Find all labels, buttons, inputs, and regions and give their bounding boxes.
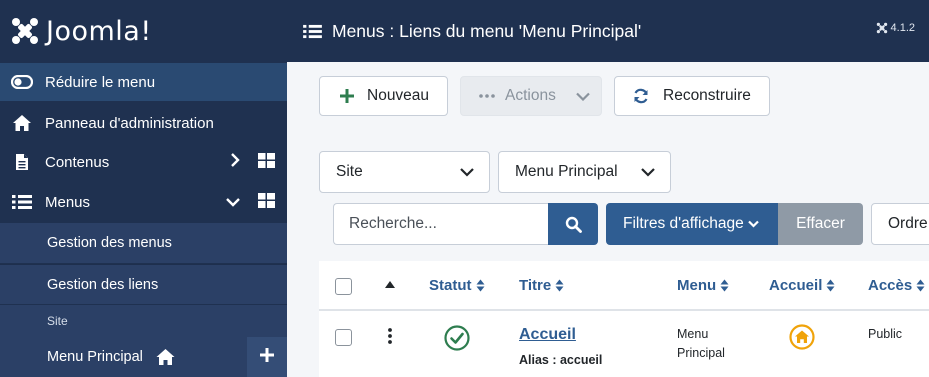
new-button-label: Nouveau	[367, 87, 430, 104]
list-icon	[303, 24, 322, 39]
home-icon	[155, 348, 176, 366]
clear-label: Effacer	[796, 215, 845, 232]
menu-select[interactable]: Menu Principal	[498, 151, 671, 193]
column-header-label: Menu	[677, 277, 717, 294]
column-header-status[interactable]: Statut	[429, 277, 485, 294]
sidebar-item-menus[interactable]: Menus	[0, 183, 287, 221]
column-header-label: Accès	[868, 277, 913, 294]
search-icon	[565, 216, 582, 233]
sidebar-subitem-label: Menu Principal	[47, 349, 143, 365]
page-title: Menus : Liens du menu 'Menu Principal'	[332, 20, 642, 41]
row-checkbox[interactable]	[335, 329, 352, 346]
plus-icon	[340, 89, 354, 103]
sidebar-item-dashboard[interactable]: Panneau d'administration	[0, 104, 287, 142]
collapse-menu-label: Réduire le menu	[45, 73, 156, 91]
actions-dropdown[interactable]: Actions	[460, 76, 602, 116]
page-header: Menus : Liens du menu 'Menu Principal' 4…	[287, 0, 929, 62]
ellipsis-icon	[479, 94, 495, 98]
item-menu-line1: Menu	[677, 327, 709, 341]
caret-down-icon	[747, 220, 759, 228]
toggle-icon	[11, 71, 33, 93]
sidebar-subitem-label: Gestion des liens	[47, 276, 159, 293]
brand-name: Joomla!	[46, 15, 152, 47]
select-all-checkbox[interactable]	[335, 278, 352, 295]
sidebar-subitem-label: Gestion des menus	[47, 235, 172, 251]
collapse-menu-button[interactable]: Réduire le menu	[0, 63, 287, 101]
joomla-logo[interactable]: Joomla!	[0, 0, 287, 62]
chevron-down-icon	[576, 92, 590, 101]
version-text: 4.1.2	[890, 22, 915, 34]
order-select[interactable]: Ordre	[871, 203, 929, 245]
sidebar: Joomla! Réduire le menu Panneau d'admini…	[0, 0, 287, 377]
section-heading-label: Site	[47, 314, 68, 328]
column-header-title[interactable]: Titre	[519, 277, 564, 294]
file-icon	[11, 151, 33, 173]
search-input[interactable]	[333, 203, 549, 245]
column-header-label: Titre	[519, 277, 552, 294]
clear-button[interactable]: Effacer	[778, 203, 863, 245]
search-button[interactable]	[548, 203, 598, 245]
sort-icon	[916, 279, 925, 292]
column-header-access[interactable]: Accès	[868, 277, 925, 294]
plus-icon	[260, 347, 274, 367]
chevron-down-icon[interactable]	[226, 194, 240, 211]
sidebar-item-label: Contenus	[45, 153, 110, 171]
home-icon	[11, 112, 33, 134]
filter-options-label: Filtres d'affichage	[623, 215, 744, 232]
sidebar-section-heading: Site	[0, 305, 287, 337]
sidebar-item-content[interactable]: Contenus	[0, 143, 287, 181]
sort-icon	[476, 279, 484, 292]
column-header-menu[interactable]: Menu	[677, 277, 729, 294]
rebuild-button[interactable]: Reconstruire	[614, 76, 770, 116]
dashboard-grid-icon[interactable]	[258, 152, 275, 172]
filter-options-button[interactable]: Filtres d'affichage	[606, 203, 778, 245]
actions-label: Actions	[505, 87, 556, 104]
joomla-mini-icon	[876, 22, 887, 34]
menu-select-value: Menu Principal	[515, 163, 618, 180]
sidebar-subitem-manage-links[interactable]: Gestion des liens	[0, 264, 287, 304]
chevron-right-icon[interactable]	[230, 153, 240, 171]
sort-icon	[720, 279, 729, 292]
sort-icon	[555, 279, 564, 292]
table-header: Statut Titre Menu Accueil Accès	[319, 261, 929, 311]
sidebar-item-label: Panneau d'administration	[45, 114, 214, 132]
version-badge: 4.1.2	[876, 22, 915, 34]
list-icon	[11, 191, 33, 213]
client-select-value: Site	[336, 163, 363, 180]
add-menu-item-button[interactable]	[247, 337, 287, 377]
client-select[interactable]: Site	[319, 151, 490, 193]
column-header-home[interactable]: Accueil	[769, 277, 835, 294]
new-button[interactable]: Nouveau	[319, 76, 448, 116]
home-default-icon[interactable]	[789, 324, 815, 350]
item-menu-line2: Principal	[677, 346, 725, 360]
sidebar-subitem-main-menu[interactable]: Menu Principal	[0, 337, 287, 377]
sort-icon	[826, 279, 835, 292]
menu-items-table: Statut Titre Menu Accueil Accès Accueil …	[319, 261, 929, 377]
column-header-label: Accueil	[769, 277, 823, 294]
drag-handle-icon[interactable]	[388, 328, 392, 344]
item-alias: Alias : accueil	[519, 353, 603, 367]
chevron-down-icon	[459, 165, 475, 183]
refresh-icon	[633, 88, 649, 104]
order-label: Ordre	[888, 215, 928, 232]
main-content: Nouveau Actions Reconstruire Site Menu P…	[287, 62, 929, 377]
column-header-label: Statut	[429, 277, 472, 294]
dashboard-grid-icon[interactable]	[258, 192, 275, 212]
published-check-icon[interactable]	[444, 325, 470, 351]
item-title-link[interactable]: Accueil	[519, 326, 576, 344]
rebuild-label: Reconstruire	[663, 87, 751, 104]
ordering-caret-icon[interactable]	[385, 281, 395, 288]
item-access: Public	[868, 327, 903, 341]
joomla-logo-icon	[12, 18, 38, 44]
chevron-down-icon	[640, 165, 656, 183]
sidebar-item-label: Menus	[45, 193, 91, 211]
sidebar-subitem-manage-menus[interactable]: Gestion des menus	[0, 223, 287, 263]
